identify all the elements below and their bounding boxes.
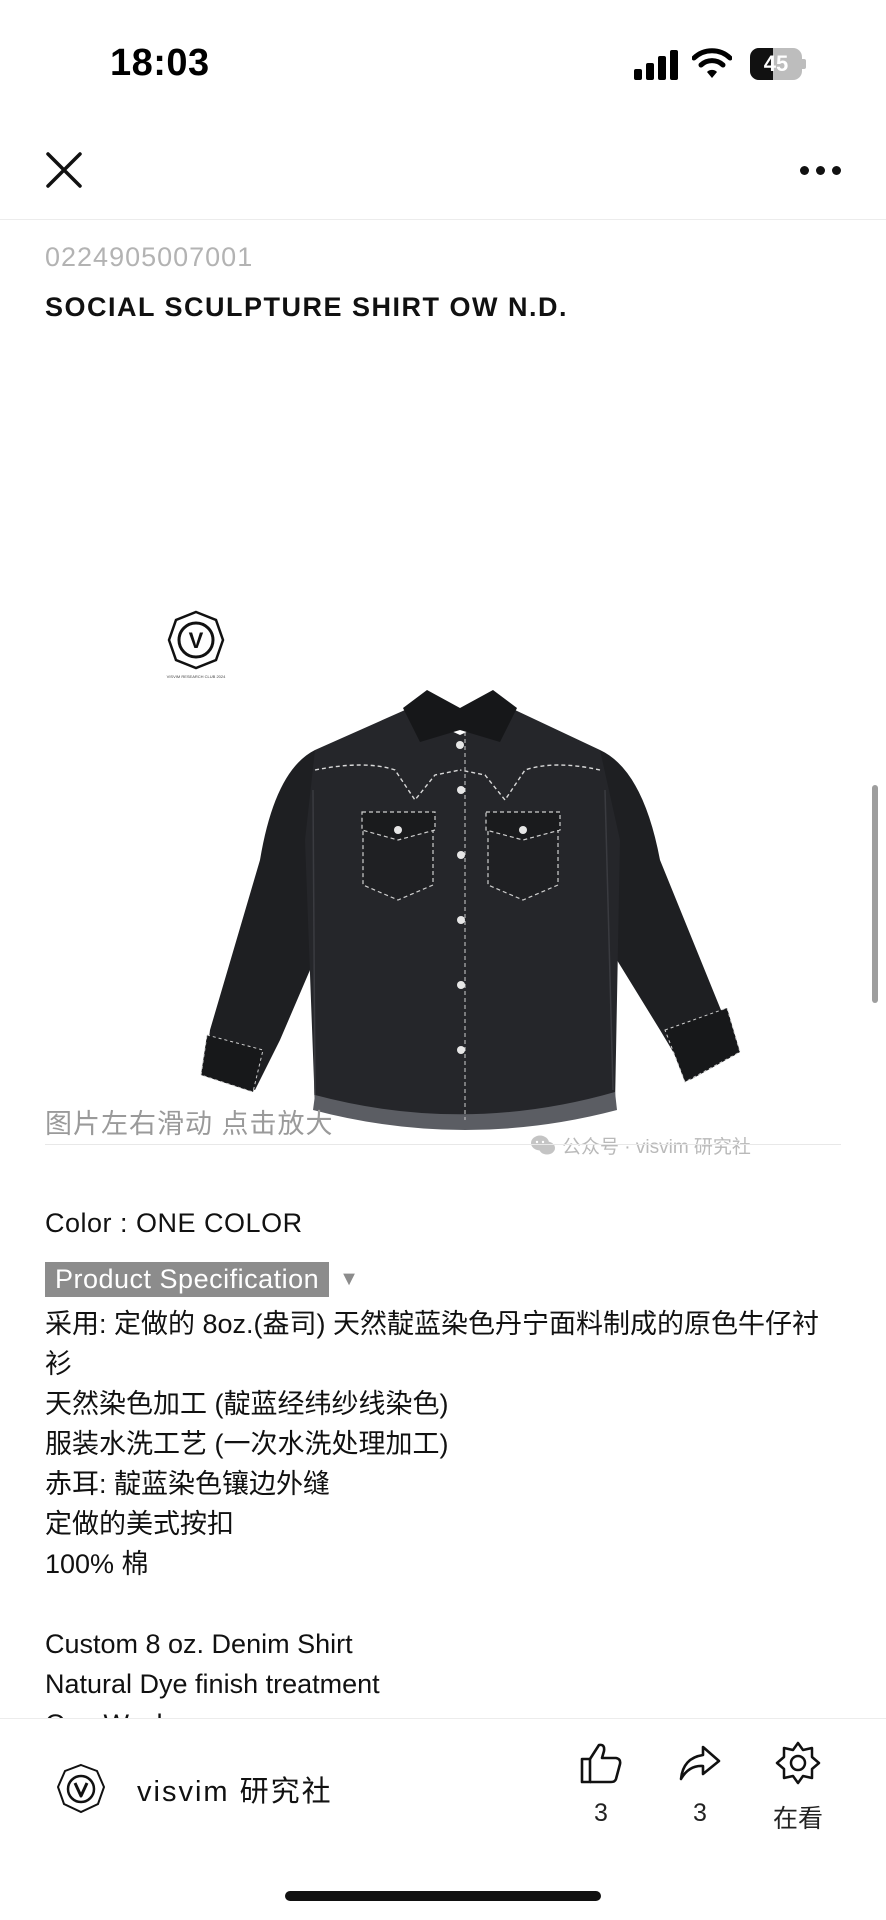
account-name: visvim 研究社 [137, 1776, 333, 1808]
product-code: 0224905007001 [45, 242, 254, 272]
article-content[interactable]: 0224905007001 SOCIAL SCULPTURE SHIRT OW … [0, 220, 886, 1720]
watermark-text: 公众号 · visvim 研究社 [562, 1136, 751, 1158]
wifi-icon [691, 46, 733, 80]
share-count: 3 [693, 1799, 707, 1827]
caret-down-icon: ▼ [339, 1268, 359, 1290]
scrollbar[interactable] [872, 785, 878, 1003]
wechat-icon [531, 1135, 555, 1155]
bottom-action-bar: visvim 研究社 3 3 在看 [0, 1718, 886, 1920]
divider [45, 1144, 841, 1145]
product-title: SOCIAL SCULPTURE SHIRT OW N.D. [45, 292, 569, 322]
close-icon [46, 152, 82, 188]
description-line: 定做的美式按扣 [45, 1509, 234, 1539]
watching-icon [775, 1741, 821, 1785]
battery-icon: 45 [750, 48, 806, 80]
color-line: Color : ONE COLOR [45, 1208, 303, 1239]
description-line: 服装水洗工艺 (一次水洗处理加工) [45, 1429, 449, 1459]
description-line: 100% 棉 [45, 1549, 149, 1579]
product-image-gallery[interactable]: V VISVIM RESEARCH CLUB 2024 公众号 · visvim… [45, 360, 841, 1158]
like-button[interactable]: 3 [561, 1741, 641, 1828]
description-line: Natural Dye finish treatment [45, 1669, 380, 1699]
color-label: Color [45, 1208, 113, 1238]
status-time: 18:03 [110, 42, 210, 84]
description-line: Custom 8 oz. Denim Shirt [45, 1629, 353, 1659]
spec-heading-label: Product Specification [45, 1262, 330, 1297]
product-specification-heading: Product Specification ▼ [45, 1262, 359, 1297]
thumbs-up-icon [580, 1743, 622, 1784]
description-line: 天然染色加工 (靛蓝经纬纱线染色) [45, 1389, 449, 1419]
description-line: 采用: 定做的 8oz.(盎司) 天然靛蓝染色丹宁面料制成的原色牛仔衬衫 [45, 1309, 820, 1379]
product-photo-denim-shirt [165, 690, 765, 1140]
top-nav-bar [0, 120, 886, 220]
watching-button[interactable]: 在看 [758, 1741, 838, 1835]
description-line: 赤耳: 靛蓝染色镶边外缝 [45, 1469, 331, 1499]
like-count: 3 [594, 1799, 608, 1827]
share-button[interactable]: 3 [660, 1741, 740, 1828]
watching-label: 在看 [772, 1805, 823, 1833]
close-button[interactable] [40, 146, 88, 194]
brand-logo: V VISVIM RESEARCH CLUB 2024 [141, 610, 251, 680]
account-link[interactable]: visvim 研究社 [55, 1763, 333, 1815]
brand-logo-tagline: VISVIM RESEARCH CLUB 2024 [167, 674, 226, 679]
status-bar: 18:03 45 [0, 0, 886, 120]
account-avatar [56, 1763, 106, 1814]
brand-logo-letter: V [189, 628, 204, 653]
product-description: 采用: 定做的 8oz.(盎司) 天然靛蓝染色丹宁面料制成的原色牛仔衬衫 天然染… [45, 1304, 845, 1720]
share-icon [679, 1745, 721, 1781]
color-separator: : [112, 1208, 137, 1238]
battery-level: 45 [763, 51, 789, 76]
more-button[interactable] [796, 150, 846, 190]
gallery-hint: 图片左右滑动 点击放大 [45, 1109, 334, 1139]
signal-icon [634, 50, 680, 80]
image-watermark: 公众号 · visvim 研究社 [530, 1130, 751, 1160]
color-value: ONE COLOR [136, 1208, 303, 1238]
home-indicator[interactable] [285, 1891, 601, 1901]
